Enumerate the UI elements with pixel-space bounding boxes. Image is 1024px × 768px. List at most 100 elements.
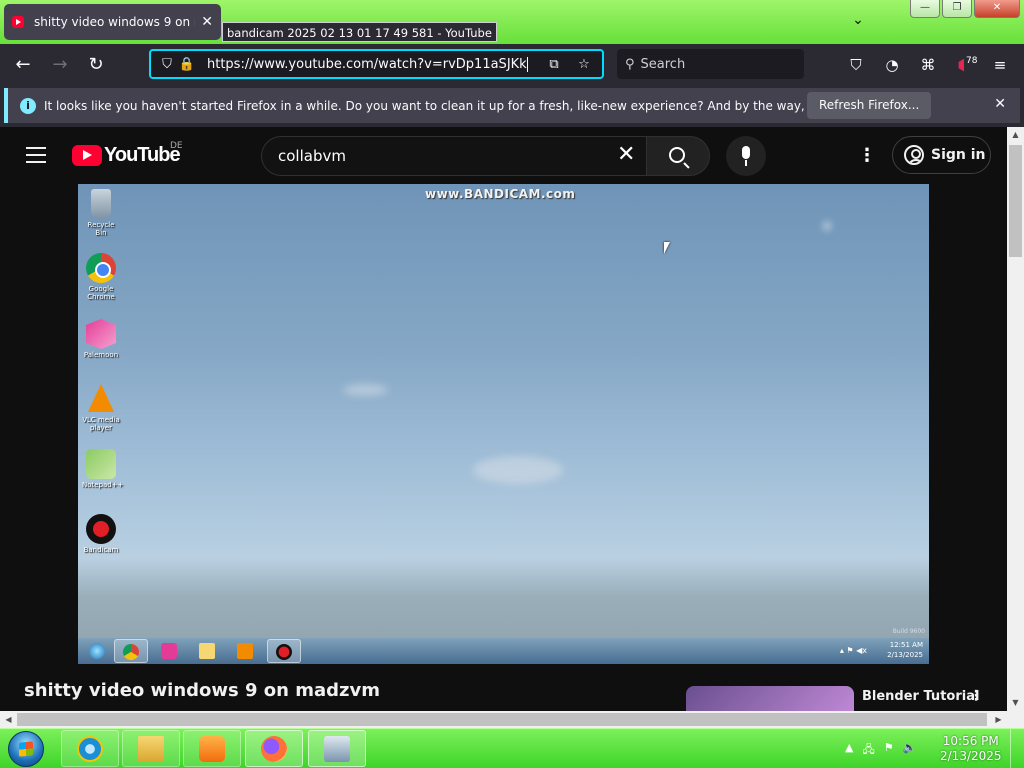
firefox-icon	[261, 736, 287, 762]
window-controls: — ❐ ✕	[908, 0, 1020, 18]
desktop-icon-recycle-bin: Recycle Bin	[82, 189, 120, 237]
scrollbar-corner	[1007, 711, 1024, 728]
user-icon	[904, 145, 924, 165]
notepad-plus-plus-icon	[86, 449, 116, 479]
taskbar-setup[interactable]	[308, 730, 366, 767]
url-bar[interactable]: ⛉ 🔒 https://www.youtube.com/watch?v=rvDp…	[149, 49, 604, 79]
voice-search-button[interactable]	[726, 136, 766, 176]
action-center-flag-icon[interactable]: ⚑	[884, 741, 894, 760]
extensions-icon[interactable]: ⌘	[916, 53, 940, 77]
start-button[interactable]	[8, 731, 44, 767]
clear-search-icon[interactable]: ✕	[617, 143, 635, 167]
info-icon: i	[20, 97, 36, 114]
taskbar-clock[interactable]: 10:56 PM 2/13/2025	[940, 734, 1002, 764]
tab-youtube[interactable]: shitty video windows 9 on madzvm ✕	[4, 4, 221, 40]
vm-task-palemoon	[152, 639, 186, 663]
tab-title: shitty video windows 9 on madzvm	[34, 15, 195, 29]
windows-orb-icon	[89, 643, 105, 659]
notification-text: It looks like you haven't started Firefo…	[44, 98, 900, 113]
vm-taskbar: ▴ ⚑ ◀x 12:51 AM 2/13/2025	[78, 638, 929, 664]
bandicam-icon	[86, 514, 116, 544]
country-code: DE	[170, 141, 183, 151]
recommended-menu-icon[interactable]: ⋮	[969, 688, 983, 704]
show-hidden-icons-icon[interactable]: ▲	[845, 741, 853, 760]
guide-menu-icon[interactable]	[26, 147, 46, 163]
chrome-icon	[123, 644, 139, 660]
scroll-up-arrow[interactable]: ▲	[1007, 127, 1024, 143]
vm-task-vlc	[228, 639, 262, 663]
internet-explorer-icon	[77, 736, 103, 762]
vm-task-bandicam	[267, 639, 301, 663]
vlc-icon	[237, 643, 253, 659]
url-input[interactable]: https://www.youtube.com/watch?v=rvDp11aS…	[207, 56, 544, 72]
scroll-right-arrow[interactable]: ▶	[990, 711, 1007, 728]
vm-task-explorer	[190, 639, 224, 663]
recommended-video-title[interactable]: Blender Tutorial	[862, 689, 979, 704]
network-icon[interactable]: 🖧	[862, 741, 874, 760]
picture-in-picture-icon[interactable]: ⧉	[544, 57, 564, 72]
vertical-scroll-thumb[interactable]	[1009, 145, 1022, 257]
vm-build-text: Build 9600	[892, 628, 925, 635]
vertical-scrollbar[interactable]: ▲ ▼	[1007, 127, 1024, 711]
desktop-icon-palemoon: Palemoon	[82, 319, 120, 359]
tab-close-icon[interactable]: ✕	[201, 14, 213, 30]
refresh-firefox-button[interactable]: Refresh Firefox...	[807, 92, 932, 119]
back-button[interactable]: ←	[11, 53, 35, 77]
addon-icon[interactable]: ⬢ 78	[952, 49, 980, 77]
reload-button[interactable]: ↻	[84, 53, 108, 77]
microphone-icon	[742, 146, 750, 159]
cloud	[343, 384, 388, 396]
taskbar-media-player[interactable]	[183, 730, 241, 767]
scroll-left-arrow[interactable]: ◀	[0, 711, 17, 728]
taskbar-firefox[interactable]	[245, 730, 303, 767]
bandicam-icon	[276, 644, 292, 660]
taskbar-internet-explorer[interactable]	[61, 730, 119, 767]
window-close-button[interactable]: ✕	[974, 0, 1020, 18]
sign-in-button[interactable]: Sign in	[892, 136, 991, 174]
setup-icon	[324, 736, 350, 762]
settings-more-icon[interactable]: ⋮	[858, 145, 876, 166]
horizontal-scrollbar[interactable]: ◀ ▶	[0, 711, 1007, 728]
navigation-toolbar: ← → ↻ ⛉ 🔒 https://www.youtube.com/watch?…	[0, 44, 1024, 86]
video-player[interactable]: www.BANDICAM.com Recycle Bin Google Chro…	[78, 184, 929, 664]
youtube-logo[interactable]: YouTube	[72, 144, 181, 167]
youtube-search-button[interactable]	[646, 136, 710, 176]
tracking-protection-icon[interactable]: ⛉	[157, 57, 177, 72]
minimize-button[interactable]: —	[910, 0, 940, 18]
youtube-page: YouTube DE collabvm ✕ ⋮ Sign in www.BAND…	[0, 127, 1007, 711]
vlc-icon	[88, 384, 114, 412]
search-bar[interactable]: ⚲ Search	[617, 49, 804, 79]
media-player-icon	[199, 736, 225, 762]
youtube-logo-text: YouTube	[104, 144, 181, 166]
volume-icon[interactable]: 🔈	[903, 741, 917, 760]
tab-strip: shitty video windows 9 on madzvm ✕ bandi…	[0, 0, 1024, 44]
show-desktop-button[interactable]	[1010, 729, 1024, 768]
folder-icon	[138, 736, 164, 762]
lock-icon[interactable]: 🔒	[177, 57, 197, 72]
account-icon[interactable]: ◔	[880, 53, 904, 77]
video-title: shitty video windows 9 on madzvm	[24, 680, 381, 701]
palemoon-icon	[161, 643, 177, 659]
addon-badge: 78	[964, 49, 980, 73]
desktop-icon-notepad: Notepad++	[82, 449, 123, 489]
app-menu-button[interactable]: ≡	[988, 53, 1012, 77]
youtube-header: YouTube DE collabvm ✕ ⋮ Sign in	[0, 127, 1007, 183]
forward-button[interactable]: →	[48, 53, 72, 77]
desktop-icon-chrome: Google Chrome	[82, 253, 120, 301]
bookmark-star-icon[interactable]: ☆	[574, 57, 594, 72]
pocket-icon[interactable]: ⛉	[844, 53, 868, 77]
maximize-button[interactable]: ❐	[942, 0, 972, 18]
recommended-thumbnail[interactable]	[686, 686, 854, 711]
scroll-down-arrow[interactable]: ▼	[1007, 695, 1024, 711]
desktop-icon-bandicam: Bandicam	[82, 514, 120, 554]
sign-in-label: Sign in	[931, 147, 986, 163]
horizontal-scroll-thumb[interactable]	[17, 713, 987, 726]
notification-close-icon[interactable]: ✕	[994, 96, 1006, 112]
chrome-icon	[86, 253, 116, 283]
youtube-search-input[interactable]: collabvm	[261, 136, 646, 176]
youtube-play-icon	[72, 145, 102, 166]
taskbar-file-explorer[interactable]	[122, 730, 180, 767]
vm-tray-icons: ▴ ⚑ ◀x	[839, 646, 867, 655]
list-all-tabs-button[interactable]: ⌄	[849, 12, 867, 30]
bandicam-watermark: www.BANDICAM.com	[425, 187, 576, 201]
